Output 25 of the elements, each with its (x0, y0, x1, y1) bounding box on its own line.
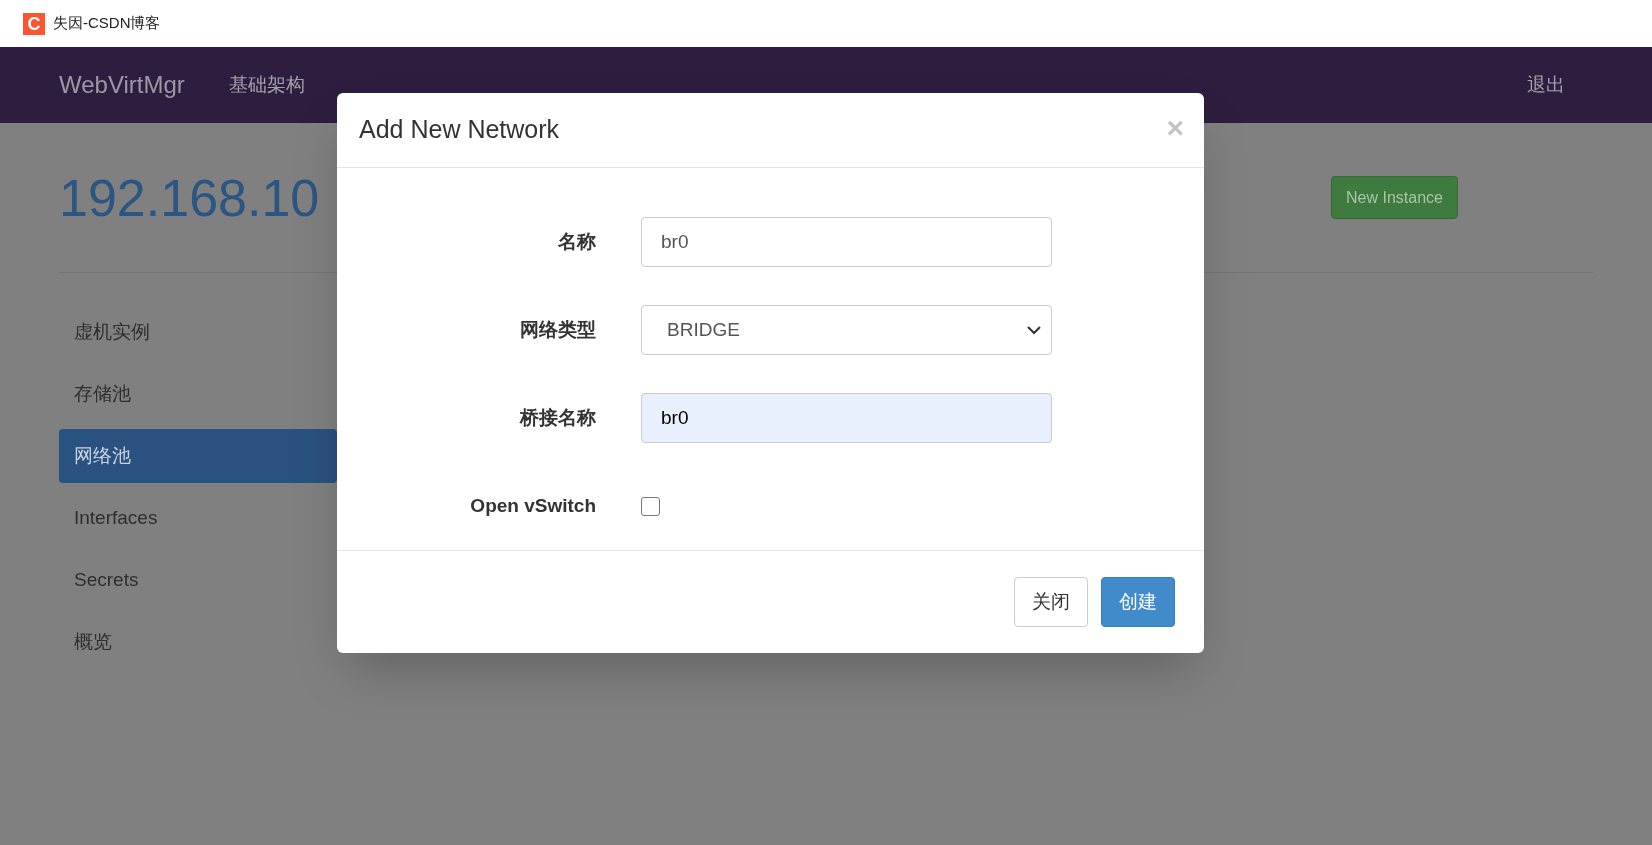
create-button[interactable]: 创建 (1101, 577, 1175, 628)
sidebar-item[interactable]: 网络池 (59, 429, 337, 483)
modal-title: Add New Network (359, 114, 560, 146)
network-type-select[interactable]: BRIDGE (641, 305, 1052, 356)
checkbox[interactable] (641, 496, 660, 516)
brand-link[interactable]: WebVirtMgr (59, 67, 185, 103)
host-heading: 192.168.10 (59, 167, 320, 229)
sidebar-item[interactable]: 虚机实例 (59, 305, 337, 359)
logo-icon: C (23, 12, 45, 35)
sidebar-item[interactable]: Secrets (59, 553, 337, 607)
chevron-down-icon (1027, 325, 1041, 335)
sidebar-item[interactable]: 存储池 (59, 367, 337, 421)
field-label: 桥接名称 (518, 405, 596, 430)
field-label: 网络类型 (519, 317, 596, 342)
nav-link[interactable]: 基础架构 (228, 70, 305, 100)
field-label: 名称 (557, 229, 596, 254)
sidebar-item[interactable]: 概览 (59, 615, 337, 669)
logout-link[interactable]: 退出 (1527, 70, 1565, 100)
new-instance-button[interactable]: New Instance (1331, 176, 1458, 219)
page-title: 失因-CSDN博客 (53, 13, 161, 34)
close-button[interactable]: 关闭 (1014, 577, 1088, 628)
sidebar-item[interactable]: Interfaces (59, 491, 337, 545)
text-field[interactable]: br0 (641, 393, 1052, 444)
text-field[interactable]: br0 (641, 217, 1052, 268)
field-label: Open vSwitch (469, 493, 596, 518)
